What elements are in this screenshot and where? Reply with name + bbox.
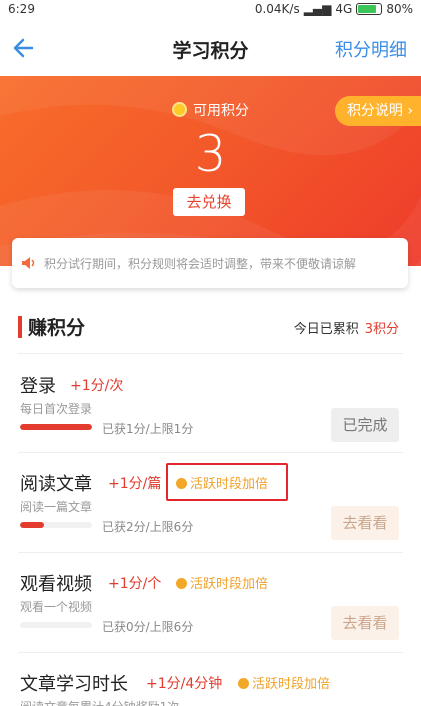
task-watch-video: 观看视频 +1分/个 活跃时段加倍 观看一个视频 已获0分/上限6分 去看看 xyxy=(0,570,421,670)
progress-bar xyxy=(20,622,92,628)
double-tag: 活跃时段加倍 xyxy=(176,573,268,592)
task-article-duration: 文章学习时长 +1分/4分钟 活跃时段加倍 阅读文章每累计4分钟奖励1次 xyxy=(0,670,421,706)
notice-text: 积分试行期间，积分规则将会适时调整，带来不便敬请谅解 xyxy=(44,256,357,271)
network-type: 4G xyxy=(335,2,353,16)
progress-bar xyxy=(20,424,92,430)
points-detail-link[interactable]: 积分明细 xyxy=(335,36,407,62)
coin-icon xyxy=(238,678,249,689)
signal-icon: ▂▄▆ xyxy=(303,2,332,16)
task-desc: 阅读文章每累计4分钟奖励1次 xyxy=(20,698,179,706)
task-login: 登录 +1分/次 每日首次登录 已获1分/上限1分 已完成 xyxy=(0,372,421,472)
app-header: 学习积分 积分明细 xyxy=(0,20,421,78)
go-see-button[interactable]: 去看看 xyxy=(331,606,399,640)
go-see-button[interactable]: 去看看 xyxy=(331,506,399,540)
task-points: +1分/次 xyxy=(70,378,124,394)
task-name: 阅读文章 xyxy=(20,474,92,495)
divider xyxy=(18,452,403,453)
task-desc: 阅读一篇文章 xyxy=(20,500,93,514)
task-points: +1分/个 xyxy=(108,576,162,592)
task-points: +1分/4分钟 xyxy=(146,676,223,692)
task-name: 文章学习时长 xyxy=(20,674,128,695)
battery-icon xyxy=(356,3,383,15)
exchange-button[interactable]: 去兑换 xyxy=(173,188,245,216)
available-points-value: 3 xyxy=(194,125,227,183)
task-name: 观看视频 xyxy=(20,574,92,595)
earn-section-header: 赚积分 今日已累积 3积分 xyxy=(0,312,421,344)
status-bar: 6:29 0.04K/s ▂▄▆ 4G 80% xyxy=(0,0,421,20)
speaker-icon xyxy=(22,257,35,269)
points-explain-button[interactable]: 积分说明 › xyxy=(334,96,421,126)
status-time: 6:29 xyxy=(8,2,35,16)
task-points: +1分/篇 xyxy=(108,476,162,492)
progress-text: 已获0分/上限6分 xyxy=(102,620,194,634)
divider xyxy=(18,353,403,354)
today-earned: 今日已累积 3积分 xyxy=(293,322,399,337)
highlight-box xyxy=(166,463,288,501)
earn-title: 赚积分 xyxy=(28,317,86,339)
task-name: 登录 xyxy=(20,376,56,397)
battery-percent: 80% xyxy=(386,2,413,16)
progress-text: 已获2分/上限6分 xyxy=(102,520,194,534)
notice-bar: 积分试行期间，积分规则将会适时调整，带来不便敬请谅解 xyxy=(12,238,408,288)
coin-icon xyxy=(176,578,187,589)
status-right: 0.04K/s ▂▄▆ 4G 80% xyxy=(255,2,413,16)
completed-button[interactable]: 已完成 xyxy=(331,408,399,442)
divider xyxy=(18,552,403,553)
section-marker xyxy=(18,316,22,338)
double-tag: 活跃时段加倍 xyxy=(238,673,330,692)
coin-icon xyxy=(172,102,187,117)
progress-bar xyxy=(20,522,92,528)
task-desc: 观看一个视频 xyxy=(20,600,93,614)
divider xyxy=(18,652,403,653)
task-desc: 每日首次登录 xyxy=(20,402,93,416)
net-speed: 0.04K/s xyxy=(254,2,300,16)
progress-text: 已获1分/上限1分 xyxy=(102,422,194,436)
